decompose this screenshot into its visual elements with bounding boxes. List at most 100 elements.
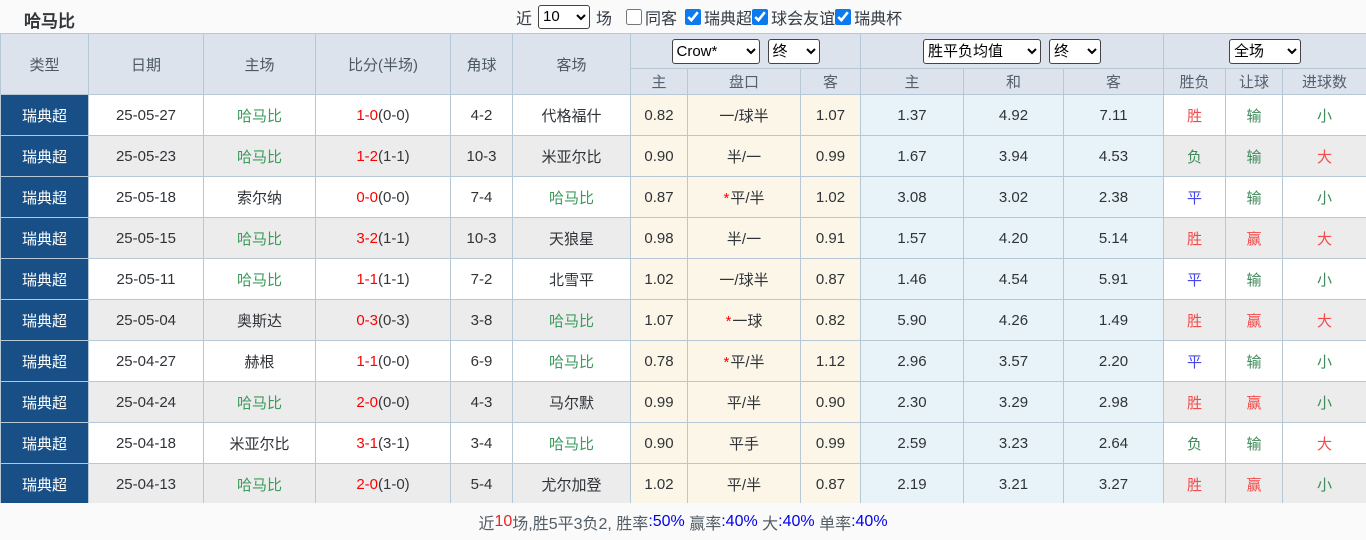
cell-corners: 10-3 [450,135,513,177]
cell-away-team: 马尔默 [512,381,631,423]
cell-home-team: 赫根 [203,340,316,382]
col-header-type: 类型 [0,33,89,95]
filter-swedish-cup-label: 瑞典杯 [854,10,903,28]
cell-eu-draw: 4.54 [963,258,1065,300]
cell-odds-away: 1.07 [799,94,862,136]
subheader-asian-handicap: 盘口 [687,68,801,95]
match-row: 瑞典超 25-04-18 米亚尔比 3-1(3-1) 3-4 哈马比 0.90 平手 0.99 2… [0,422,1366,464]
cell-odds-away: 0.99 [799,422,862,464]
cell-away-team: 哈马比 [512,299,631,341]
summary-segment: 赢率 [684,515,722,533]
filter-same-venue-label: 同客 [645,10,678,28]
cell-corners: 6-9 [450,340,513,382]
cell-odds-away: 0.82 [799,299,862,341]
cell-type: 瑞典超 [0,135,89,177]
cell-eu-away: 5.91 [1063,258,1165,300]
cell-eu-away: 2.64 [1063,422,1165,464]
cell-result: 平 [1163,258,1227,300]
cell-goals-result: 小 [1282,340,1366,382]
subheader-asian-home: 主 [630,68,688,95]
result-scope-select[interactable]: 全场 [1229,38,1302,64]
cell-result: 负 [1163,422,1227,464]
cell-eu-away: 2.98 [1063,381,1165,423]
cell-result: 负 [1163,135,1227,177]
handicap-text: 半/一 [726,230,762,248]
filter-league-allsvenskan[interactable]: 瑞典超 [685,5,752,29]
cell-date: 25-05-27 [88,94,204,136]
cell-type: 瑞典超 [0,258,89,300]
europe-odds-time-select[interactable]: 终 [1049,38,1102,64]
score-halftime: (1-1) [378,270,410,288]
handicap-text: 一球 [732,312,763,330]
cell-type: 瑞典超 [0,381,89,423]
cell-eu-home: 1.46 [860,258,965,300]
cell-home-team: 奥斯达 [203,299,316,341]
europe-odds-type-select[interactable]: 胜平负均值 [923,38,1042,64]
cell-eu-away: 2.20 [1063,340,1165,382]
cell-handicap-result: 赢 [1225,463,1284,505]
cell-date: 25-05-23 [88,135,204,177]
subheader-europe-home: 主 [860,68,965,95]
handicap-text: 一/球半 [719,271,769,289]
match-history-panel: 哈马比 近 10 场 同客 瑞典超 球会友谊 瑞典杯 类型 日期 主场 比分(半… [0,0,1366,540]
cell-handicap-result: 赢 [1225,299,1284,341]
filter-controls: 近 10 场 同客 瑞典超 球会友谊 瑞典杯 [512,3,902,30]
asian-odds-time-select[interactable]: 终 [767,38,820,64]
filter-same-venue-checkbox[interactable] [626,8,643,25]
cell-handicap: 半/一 [687,135,801,177]
subheader-europe-away: 客 [1063,68,1165,95]
score-halftime: (1-0) [378,475,410,493]
score-fulltime: 3-1 [356,434,378,452]
cell-handicap: 平手 [687,422,801,464]
filter-club-friendly-checkbox[interactable] [752,8,769,25]
cell-home-team: 哈马比 [203,217,316,259]
cell-odds-home: 0.78 [630,340,688,382]
cell-goals-result: 小 [1282,176,1366,218]
handicap-text: 半/一 [726,148,762,166]
summary-segment: :50% [648,512,685,530]
cell-goals-result: 大 [1282,217,1366,259]
cell-goals-result: 大 [1282,422,1366,464]
match-row: 瑞典超 25-05-04 奥斯达 0-3(0-3) 3-8 哈马比 1.07 *一球 0.82 5… [0,299,1366,341]
score-halftime: (3-1) [378,434,410,452]
cell-odds-home: 0.87 [630,176,688,218]
cell-handicap: 平/半 [687,381,801,423]
filter-league-allsvenskan-checkbox[interactable] [685,8,702,25]
cell-score: 3-2(1-1) [315,217,451,259]
cell-odds-home: 0.99 [630,381,688,423]
page-title: 哈马比 [24,12,75,31]
cell-date: 25-04-27 [88,340,204,382]
filter-club-friendly[interactable]: 球会友谊 [752,5,835,29]
cell-eu-home: 5.90 [860,299,965,341]
cell-goals-result: 小 [1282,463,1366,505]
cell-away-team: 天狼星 [512,217,631,259]
cell-home-team: 哈马比 [203,463,316,505]
cell-result: 胜 [1163,299,1227,341]
match-row: 瑞典超 25-04-27 赫根 1-1(0-0) 6-9 哈马比 0.78 *平/半 1.12 2… [0,340,1366,382]
cell-eu-home: 2.59 [860,422,965,464]
cell-eu-draw: 3.23 [963,422,1065,464]
subheader-europe-draw: 和 [963,68,1065,95]
score-halftime: (0-0) [378,188,410,206]
filter-same-venue[interactable]: 同客 [626,5,677,29]
changed-odds-star-icon: * [723,353,730,371]
cell-handicap: 一/球半 [687,94,801,136]
score-halftime: (0-0) [378,393,410,411]
bookmaker-select[interactable]: Crow* [671,38,760,64]
score-halftime: (0-0) [378,106,410,124]
match-count-select[interactable]: 10 [538,4,591,29]
cell-score: 0-3(0-3) [315,299,451,341]
asian-odds-group-header: Crow* 终 [629,33,862,69]
filter-swedish-cup[interactable]: 瑞典杯 [835,5,902,29]
cell-eu-draw: 4.20 [963,217,1065,259]
score-fulltime: 3-2 [356,229,378,247]
filter-swedish-cup-checkbox[interactable] [835,8,852,25]
score-fulltime: 2-0 [356,475,378,493]
summary-segment: 10 [494,512,513,530]
subheader-asian-away: 客 [799,68,862,95]
summary-segment: 场,胜5平3负2, [512,515,617,533]
cell-handicap: *平/半 [687,340,801,382]
handicap-text: 平/半 [730,189,765,207]
cell-eu-draw: 3.21 [963,463,1065,505]
cell-away-team: 北雪平 [512,258,631,300]
